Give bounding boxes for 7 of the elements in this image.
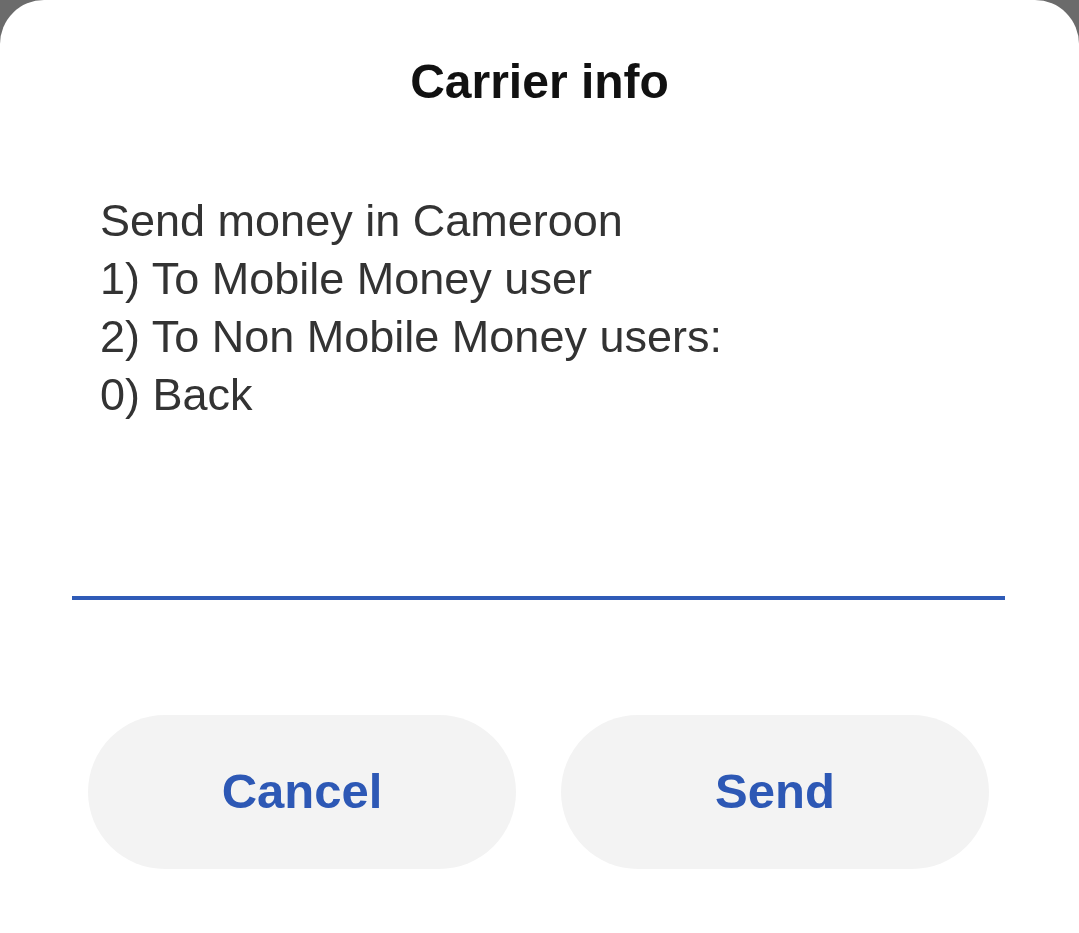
message-line: 2) To Non Mobile Money users: bbox=[100, 310, 723, 364]
message-line: 0) Back bbox=[100, 368, 254, 422]
dialog-button[interactable]: Cancel bbox=[88, 715, 516, 869]
dialog-title: Carrier info bbox=[409, 54, 670, 110]
message-line: Send money in Cameroon bbox=[100, 194, 624, 248]
message-line: 1) To Mobile Money user bbox=[100, 252, 593, 306]
dialog-button[interactable]: Send bbox=[561, 715, 989, 869]
